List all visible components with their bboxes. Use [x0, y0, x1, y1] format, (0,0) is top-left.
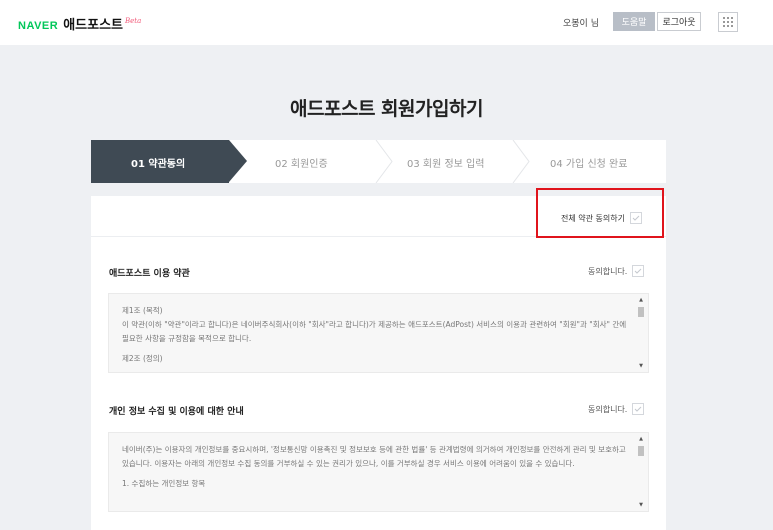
- step-1-label: 01 약관동의: [131, 159, 186, 170]
- beta-badge: Beta: [125, 17, 142, 25]
- agree-label: 동의합니다.: [588, 404, 628, 414]
- terms-panel: 전체 약관 동의하기 애드포스트 이용 약관 동의합니다. 제1조 (목적) 이…: [91, 196, 666, 530]
- scroll-up-icon[interactable]: ▲: [637, 436, 645, 442]
- step-1-arrow: [229, 140, 247, 182]
- adpost-terms-text: 제1조 (목적) 이 약관(이하 "약관"이라고 합니다)은 네이버주식회사(이…: [122, 304, 627, 372]
- terms-paragraph: 네이버(주)는 이용자의 개인정보를 중요시하며, '정보통신망 이용촉진 및 …: [122, 445, 626, 468]
- page-title: 애드포스트 회원가입하기: [290, 98, 483, 120]
- agree-adpost-terms-checkbox[interactable]: [632, 265, 645, 277]
- step-separator-icon: [512, 140, 530, 183]
- scroll-down-icon[interactable]: ▼: [637, 502, 645, 508]
- terms-scrollbar[interactable]: ▲ ▼: [637, 297, 645, 369]
- agree-adpost-terms-control[interactable]: 동의합니다.: [588, 265, 645, 277]
- privacy-terms-box[interactable]: 네이버(주)는 이용자의 개인정보를 중요시하며, '정보통신망 이용촉진 및 …: [108, 432, 649, 512]
- terms-paragraph: 제2조 (정의): [122, 354, 163, 363]
- naver-logo-text: NAVER: [18, 20, 59, 32]
- apps-grid-icon: [723, 17, 733, 27]
- terms-paragraph: 제1조 (목적): [122, 306, 163, 315]
- agree-privacy-checkbox[interactable]: [632, 403, 645, 415]
- scroll-down-icon[interactable]: ▼: [637, 363, 645, 369]
- top-header: NAVER 애드포스트 Beta 오봉이 님 도움말 로그아웃: [0, 0, 773, 45]
- section-title-privacy: 개인 정보 수집 및 이용에 대한 안내: [109, 407, 244, 417]
- agree-label: 동의합니다.: [588, 266, 628, 276]
- checkmark-icon: [634, 406, 642, 412]
- user-name: 오봉이 님: [563, 19, 599, 29]
- scroll-thumb[interactable]: [638, 307, 644, 317]
- apps-button[interactable]: [718, 12, 738, 32]
- step-separator-icon: [375, 140, 393, 183]
- section-title-adpost-terms: 애드포스트 이용 약관: [109, 269, 190, 279]
- adpost-terms-box[interactable]: 제1조 (목적) 이 약관(이하 "약관"이라고 합니다)은 네이버주식회사(이…: [108, 293, 649, 373]
- terms-scrollbar[interactable]: ▲ ▼: [637, 436, 645, 508]
- step-2-label: 02 회원인증: [275, 159, 328, 170]
- signup-steps: 01 약관동의 02 회원인증 03 회원 정보 입력 04 가입 신청 완료: [91, 140, 666, 183]
- terms-paragraph: 1. 수집하는 개인정보 항목: [122, 479, 206, 488]
- agree-privacy-control[interactable]: 동의합니다.: [588, 403, 645, 415]
- step-3-label: 03 회원 정보 입력: [407, 159, 485, 170]
- adpost-logo[interactable]: NAVER 애드포스트 Beta: [18, 14, 141, 33]
- scroll-up-icon[interactable]: ▲: [637, 297, 645, 303]
- logout-button[interactable]: 로그아웃: [657, 12, 701, 31]
- terms-paragraph: 이 약관(이하 "약관"이라고 합니다)은 네이버주식회사(이하 "회사"라고 …: [122, 320, 627, 343]
- help-button[interactable]: 도움말: [613, 12, 655, 31]
- highlight-annotation: [536, 188, 664, 238]
- adpost-logo-title: 애드포스트: [63, 18, 124, 33]
- privacy-terms-text: 네이버(주)는 이용자의 개인정보를 중요시하며, '정보통신망 이용촉진 및 …: [122, 443, 627, 497]
- scroll-thumb[interactable]: [638, 446, 644, 456]
- step-4-label: 04 가입 신청 완료: [550, 159, 628, 170]
- checkmark-icon: [634, 268, 642, 274]
